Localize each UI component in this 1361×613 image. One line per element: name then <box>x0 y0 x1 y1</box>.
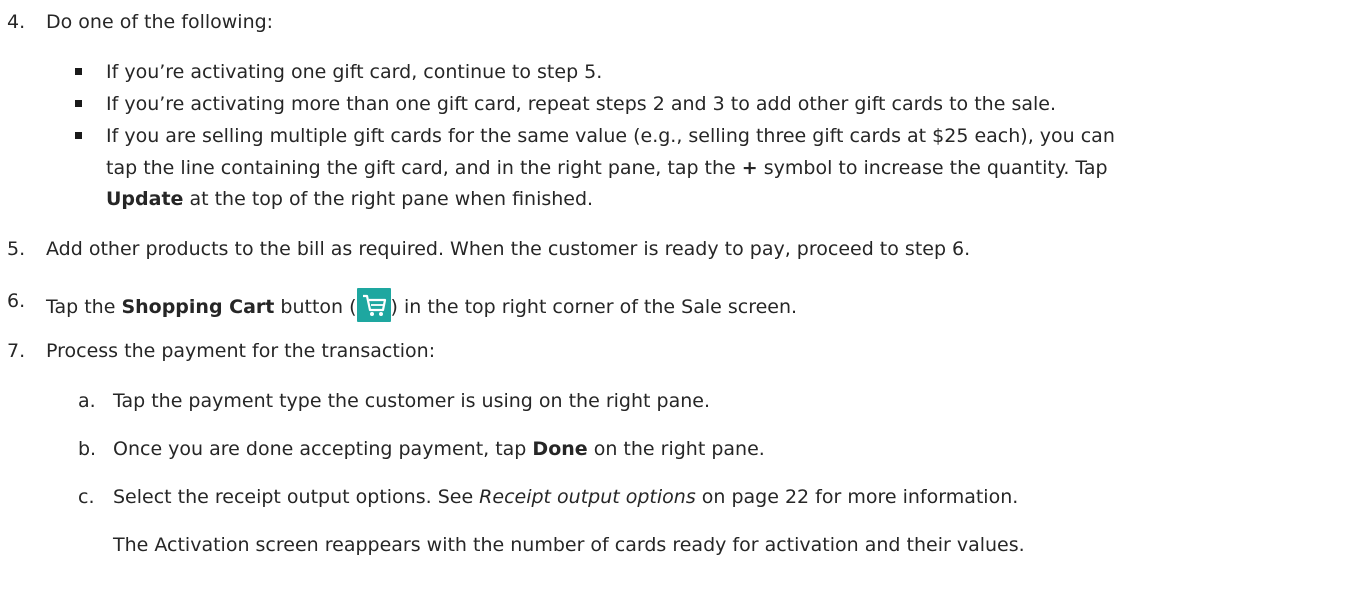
substep-c-letter: c. <box>78 486 95 508</box>
shopping-cart-label: Shopping Cart <box>121 296 275 318</box>
receipt-output-options-link[interactable]: Receipt output options <box>479 486 696 508</box>
step-4-bullet-3-line-3: Update at the top of the right pane when… <box>106 186 593 212</box>
step-4-text: Do one of the following: <box>46 11 274 33</box>
step-4-number: 4. <box>7 11 26 33</box>
update-label: Update <box>106 188 184 210</box>
shopping-cart-icon <box>356 288 391 322</box>
bullet-3-text: tap the line containing the gift card, a… <box>106 157 742 179</box>
step-6-post: ) in the top right corner of the Sale sc… <box>390 296 798 318</box>
done-label: Done <box>532 438 588 460</box>
substep-c-pre: Select the receipt output options. See <box>113 486 480 508</box>
step-7-note: The Activation screen reappears with the… <box>113 534 1025 556</box>
step-4-bullet-3-line-2: tap the line containing the gift card, a… <box>106 155 1108 181</box>
bullet-3-text: symbol to increase the quantity. Tap <box>757 157 1108 179</box>
step-6-number: 6. <box>7 290 26 312</box>
substep-b-text: Once you are done accepting payment, tap… <box>113 436 765 462</box>
bullet-icon <box>75 132 82 139</box>
step-5-number: 5. <box>7 238 26 260</box>
plus-symbol-label: + <box>741 157 758 179</box>
substep-c-post: on page 22 for more information. <box>695 486 1019 508</box>
substep-b-letter: b. <box>78 438 97 460</box>
step-7-number: 7. <box>7 340 26 362</box>
substep-a-letter: a. <box>78 390 96 412</box>
step-4-bullet-3-line-1: If you are selling multiple gift cards f… <box>106 125 1115 147</box>
bullet-icon <box>75 68 82 75</box>
bullet-3-text: at the top of the right pane when finish… <box>183 188 594 210</box>
substep-b-pre: Once you are done accepting payment, tap <box>113 438 533 460</box>
step-6-mid: button ( <box>274 296 357 318</box>
step-4-bullet-1: If you’re activating one gift card, cont… <box>106 61 603 83</box>
substep-a-text: Tap the payment type the customer is usi… <box>113 390 710 412</box>
step-7-text: Process the payment for the transaction: <box>46 340 436 362</box>
step-4-bullet-2: If you’re activating more than one gift … <box>106 93 1056 115</box>
step-6-text: Tap the Shopping Cart button ( ) in the t… <box>46 288 797 322</box>
substep-c-text: Select the receipt output options. See R… <box>113 484 1018 510</box>
substep-b-post: on the right pane. <box>587 438 765 460</box>
step-6-pre: Tap the <box>46 296 122 318</box>
step-5-text: Add other products to the bill as requir… <box>46 238 971 260</box>
bullet-icon <box>75 100 82 107</box>
